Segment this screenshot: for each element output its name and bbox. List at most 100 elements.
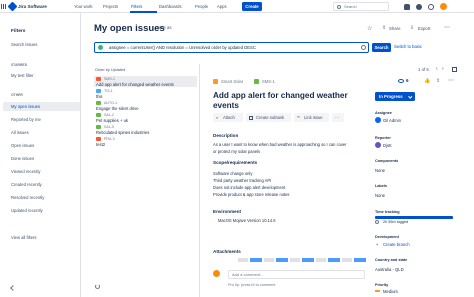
nav-dashboards[interactable]: Dashboards xyxy=(159,0,182,13)
attachments-strip[interactable] xyxy=(238,258,366,262)
pager-next-icon[interactable]: › xyxy=(442,66,444,72)
subtask-icon xyxy=(249,115,253,120)
starred-header: STARRED xyxy=(11,63,28,67)
more-actions-button[interactable]: ··· xyxy=(332,113,344,122)
sidebar-view-all-filters[interactable]: View all filters xyxy=(11,235,37,240)
more-actions-icon[interactable]: ⋯ xyxy=(444,24,450,31)
nav-your-work[interactable]: Your work xyxy=(74,0,92,13)
sidebar-item-resolved-recently[interactable]: Resolved recently xyxy=(11,195,44,200)
reporter-label: Reporter xyxy=(375,136,391,140)
country-state-value[interactable]: Australia - QLD xyxy=(375,267,404,272)
project-icon xyxy=(213,79,218,84)
country-state-label: Country and state xyxy=(375,258,408,262)
search-input[interactable]: Search xyxy=(333,2,389,11)
share-issue-icon[interactable]: ⇪ xyxy=(436,78,440,84)
nav-people[interactable]: People xyxy=(195,0,208,13)
collapse-sidebar-icon[interactable] xyxy=(10,285,16,291)
switch-to-basic-link[interactable]: Switch to basic xyxy=(394,44,422,49)
attach-icon: ⌕ xyxy=(216,115,219,120)
issue-type-icon xyxy=(96,89,101,93)
scope-line: Provide product & app store release note… xyxy=(213,192,290,197)
breadcrumb-issue-key[interactable]: SMS-1 xyxy=(262,79,275,84)
link-issue-label: Link issue xyxy=(304,115,323,120)
time-tracking-fill xyxy=(375,216,453,219)
product-name[interactable]: Jira Software xyxy=(18,0,47,13)
nav-projects[interactable]: Projects xyxy=(103,0,118,13)
settings-icon[interactable] xyxy=(428,3,434,10)
like-icon[interactable]: 👍 xyxy=(424,78,430,84)
fullscreen-icon[interactable] xyxy=(452,67,457,72)
scope-header: Scope/requirements xyxy=(213,160,258,165)
issue-more-icon[interactable]: ⋯ xyxy=(448,77,454,84)
issue-type-icon xyxy=(96,137,101,141)
profile-avatar[interactable] xyxy=(440,3,447,10)
order-by-control[interactable]: Order by Updated xyxy=(95,68,125,72)
list-item[interactable]: SAL-5 Reticulated spines industries xyxy=(94,124,197,135)
sidebar-item-viewed-recently[interactable]: Viewed recently xyxy=(11,169,40,174)
issue-title[interactable]: Add app alert for changed weather events xyxy=(213,91,368,111)
list-item[interactable]: AUTO-1 Engage the silent drive xyxy=(94,100,197,111)
assignee-avatar xyxy=(375,117,381,123)
commenter-avatar xyxy=(213,270,220,277)
sidebar-item-open-issues[interactable]: Open issues xyxy=(11,143,34,148)
sidebar-item-reported-by-me[interactable]: Reported by me xyxy=(11,117,41,122)
scope-line: Software change only xyxy=(213,171,253,176)
components-label: Components xyxy=(375,159,399,163)
search-button[interactable]: Search xyxy=(372,43,391,52)
labels-value[interactable]: None xyxy=(375,193,385,198)
issue-key: AUTO-1 xyxy=(104,100,118,105)
list-item[interactable]: SAL-2 Pet supplies + uk xyxy=(94,112,197,123)
breadcrumb-project[interactable]: Smart Solar xyxy=(221,79,243,84)
sidebar-item-updated-recently[interactable]: Updated recently xyxy=(11,208,43,213)
watchers-count[interactable]: 6 xyxy=(406,78,409,83)
jira-logo-icon xyxy=(7,1,18,12)
time-tracking-bar[interactable] xyxy=(375,216,453,219)
issue-type-icon xyxy=(96,77,101,81)
save-as-button[interactable]: Save as xyxy=(156,25,172,30)
assignee-value[interactable]: Gil Admin xyxy=(383,118,401,123)
issue-key: PRA-3 xyxy=(104,136,115,141)
list-detail-divider[interactable] xyxy=(199,64,200,297)
components-value[interactable]: None xyxy=(375,168,385,173)
app-switcher-icon[interactable] xyxy=(1,4,6,9)
priority-value[interactable]: Medium xyxy=(383,289,398,294)
comment-input[interactable]: Add a comment... xyxy=(228,270,365,279)
sidebar-item-done-issues[interactable]: Done issues xyxy=(11,156,34,161)
export-button[interactable]: Export xyxy=(418,26,430,31)
clock-icon xyxy=(375,220,379,224)
sidebar-item-all-issues[interactable]: All issues xyxy=(11,130,29,135)
star-icon[interactable]: ☆ xyxy=(367,25,372,32)
list-item[interactable]: PRA-3 test2 xyxy=(94,136,197,147)
help-icon[interactable] xyxy=(416,3,422,10)
list-item[interactable]: SMS-1 Add app alert for changed weather … xyxy=(94,76,197,88)
create-button[interactable]: Create xyxy=(242,2,262,11)
create-branch-link[interactable]: Create branch xyxy=(383,242,410,247)
sidebar-search-issues[interactable]: Search issues xyxy=(11,42,37,47)
reporter-value[interactable]: DjsK xyxy=(383,143,392,148)
issue-key: SAL-5 xyxy=(104,124,114,129)
sidebar-item-my-test-filter[interactable]: My test filter xyxy=(11,73,34,78)
environment-header: Environment xyxy=(213,209,242,214)
sidebar-item-my-open-issues[interactable]: My open issues xyxy=(11,104,40,109)
environment-value[interactable]: MacOS Mojave Version 10.14.6 xyxy=(218,218,276,223)
watch-icon[interactable] xyxy=(398,79,404,83)
jql-help-icon[interactable] xyxy=(361,45,366,50)
assignee-label: Assignee xyxy=(375,111,392,115)
jql-input[interactable]: assignee = currentUser() AND resolution … xyxy=(94,42,369,53)
pro-tip: Pro tip: press M to comment xyxy=(228,283,276,287)
issue-summary: this xyxy=(96,93,103,99)
description-line: As a user I want to know when bad weathe… xyxy=(213,142,347,147)
pager-prev-icon[interactable]: ‹ xyxy=(436,66,438,72)
sidebar-item-created-recently[interactable]: Created recently xyxy=(11,182,42,187)
scope-line: Third party weather tracking API xyxy=(213,178,272,183)
attachments-header: Attachments xyxy=(213,249,241,254)
sidebar: Filters Search issues STARRED My test fi… xyxy=(0,13,81,297)
refresh-icon[interactable] xyxy=(95,284,100,289)
branch-icon: ⑂ xyxy=(376,242,379,247)
nav-apps[interactable]: Apps xyxy=(217,0,227,13)
issue-summary: Add app alert for changed weather events xyxy=(96,81,174,87)
list-item[interactable]: TIS-1 this xyxy=(94,88,197,99)
notifications-icon[interactable] xyxy=(404,3,410,10)
link-icon: ∞ xyxy=(297,114,300,119)
share-button[interactable]: Share xyxy=(389,26,400,31)
